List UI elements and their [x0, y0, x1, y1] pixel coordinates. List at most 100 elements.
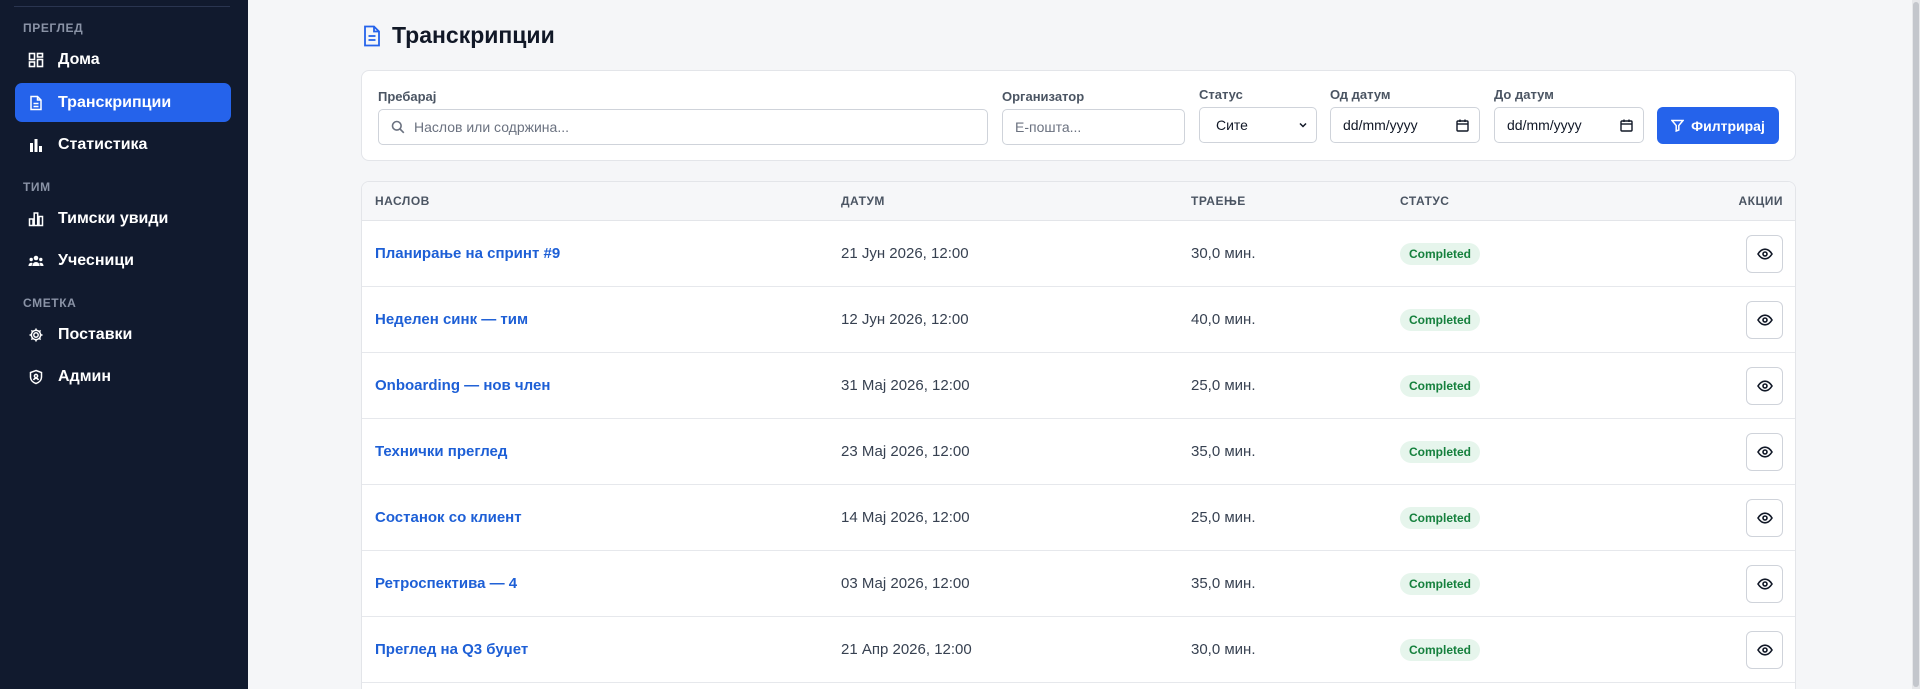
shield-icon — [28, 369, 44, 385]
transcript-date: 23 Мај 2026, 12:00 — [841, 443, 970, 460]
sidebar-item-label: Тимски увиди — [58, 209, 169, 227]
to-date-label: До датум — [1494, 87, 1554, 102]
status-label: Статус — [1199, 87, 1243, 102]
status-badge: Completed — [1400, 375, 1481, 397]
transcript-date: 21 Апр 2026, 12:00 — [841, 641, 972, 658]
from-date-label: Од датум — [1330, 87, 1391, 102]
document-icon — [362, 25, 382, 47]
page-title: Транскрипции — [392, 22, 555, 48]
team-chart-icon — [28, 211, 44, 227]
sidebar-item-statistics[interactable]: Статистика — [15, 125, 231, 164]
to-date-input[interactable]: dd/mm/yyyy — [1494, 107, 1644, 143]
users-icon — [28, 253, 44, 269]
transcript-title-link[interactable]: Состанок со клиент — [375, 509, 522, 526]
filter-button-label: Филтрирај — [1691, 117, 1765, 134]
sidebar-item-label: Транскрипции — [58, 93, 172, 111]
page-header: Транскрипции — [362, 22, 555, 49]
sidebar-section-overview: ПРЕГЛЕД — [23, 21, 84, 35]
page-scrollbar[interactable] — [1912, 0, 1920, 689]
sidebar-item-label: Статистика — [58, 135, 148, 153]
eye-icon — [1756, 446, 1773, 458]
table-row: Ретроспектива — 4 03 Мај 2026, 12:00 35,… — [362, 551, 1795, 617]
transcript-duration: 25,0 мин. — [1191, 509, 1256, 526]
search-input[interactable]: Наслов или содржина... — [378, 109, 988, 145]
transcript-duration: 40,0 мин. — [1191, 311, 1256, 328]
transcript-title-link[interactable]: Преглед на Q3 буџет — [375, 641, 528, 658]
eye-icon — [1756, 380, 1773, 392]
transcript-title-link[interactable]: Ретроспектива — 4 — [375, 575, 517, 592]
view-button[interactable] — [1746, 235, 1783, 273]
organizer-placeholder: Е-пошта... — [1015, 119, 1082, 135]
column-date-header: ДАТУМ — [841, 194, 885, 208]
transcript-title-link[interactable]: Неделен синк — тим — [375, 311, 528, 328]
table-row: Преглед на Q3 буџет 21 Апр 2026, 12:00 3… — [362, 617, 1795, 683]
transcript-title-link[interactable]: Планирање на спринт #9 — [375, 245, 560, 262]
table-row: Onboarding — нов член 31 Мај 2026, 12:00… — [362, 353, 1795, 419]
status-select-value: Сите — [1216, 117, 1248, 133]
table-header: НАСЛОВ ДАТУМ ТРАЕЊЕ СТАТУС АКЦИИ — [362, 182, 1795, 221]
transcript-duration: 30,0 мин. — [1191, 641, 1256, 658]
column-status-header: СТАТУС — [1400, 194, 1450, 208]
transcripts-table: НАСЛОВ ДАТУМ ТРАЕЊЕ СТАТУС АКЦИИ Планира… — [361, 181, 1796, 689]
table-row: Технички преглед 23 Мај 2026, 12:00 35,0… — [362, 419, 1795, 485]
gear-icon — [28, 327, 44, 343]
status-badge: Completed — [1400, 243, 1481, 265]
eye-icon — [1756, 314, 1773, 326]
search-label: Пребарај — [378, 89, 437, 104]
sidebar-item-settings[interactable]: Поставки — [15, 315, 231, 354]
sidebar-item-label: Дома — [58, 50, 100, 68]
eye-icon — [1756, 644, 1773, 656]
to-date-value: dd/mm/yyyy — [1507, 117, 1582, 133]
transcript-title-link[interactable]: Технички преглед — [375, 443, 507, 460]
sidebar-item-admin[interactable]: Админ — [15, 357, 231, 396]
sidebar-item-participants[interactable]: Учесници — [15, 241, 231, 280]
view-button[interactable] — [1746, 367, 1783, 405]
status-badge: Completed — [1400, 573, 1481, 595]
status-badge: Completed — [1400, 309, 1481, 331]
status-select[interactable]: Сите — [1199, 107, 1317, 143]
calendar-icon — [1456, 119, 1469, 132]
filter-panel: Пребарај Наслов или содржина... Организа… — [361, 70, 1796, 161]
transcript-date: 03 Мај 2026, 12:00 — [841, 575, 970, 592]
status-badge: Completed — [1400, 507, 1481, 529]
calendar-icon — [1620, 119, 1633, 132]
table-row: Планирање на спринт #9 21 Јун 2026, 12:0… — [362, 221, 1795, 287]
transcript-duration: 25,0 мин. — [1191, 377, 1256, 394]
view-button[interactable] — [1746, 499, 1783, 537]
sidebar-item-label: Учесници — [58, 251, 134, 269]
sidebar: ПРЕГЛЕД Дома Транскрипции Статистика ТИМ… — [0, 0, 248, 689]
scrollbar-thumb[interactable] — [1913, 2, 1919, 687]
column-duration-header: ТРАЕЊЕ — [1191, 194, 1246, 208]
sidebar-item-label: Поставки — [58, 325, 133, 343]
view-button[interactable] — [1746, 433, 1783, 471]
transcript-duration: 35,0 мин. — [1191, 443, 1256, 460]
eye-icon — [1756, 512, 1773, 524]
table-row: Неделен синк — тим 12 Јун 2026, 12:00 40… — [362, 287, 1795, 353]
transcript-duration: 30,0 мин. — [1191, 245, 1256, 262]
sidebar-divider — [14, 6, 230, 7]
filter-button[interactable]: Филтрирај — [1657, 107, 1779, 144]
search-icon — [391, 120, 405, 134]
view-button[interactable] — [1746, 301, 1783, 339]
search-placeholder: Наслов или содржина... — [414, 119, 569, 135]
dashboard-icon — [28, 52, 44, 68]
chevron-down-icon — [1298, 120, 1308, 130]
organizer-input[interactable]: Е-пошта... — [1002, 109, 1185, 145]
column-actions-header: АКЦИИ — [1738, 194, 1783, 208]
eye-icon — [1756, 578, 1773, 590]
eye-icon — [1756, 248, 1773, 260]
view-button[interactable] — [1746, 631, 1783, 669]
from-date-value: dd/mm/yyyy — [1343, 117, 1418, 133]
sidebar-item-transcripts[interactable]: Транскрипции — [15, 83, 231, 122]
transcript-title-link[interactable]: Onboarding — нов член — [375, 377, 550, 394]
view-button[interactable] — [1746, 565, 1783, 603]
sidebar-item-team-insights[interactable]: Тимски увиди — [15, 199, 231, 238]
column-title-header: НАСЛОВ — [375, 194, 430, 208]
status-badge: Completed — [1400, 441, 1481, 463]
sidebar-item-home[interactable]: Дома — [15, 40, 231, 79]
transcript-date: 31 Мај 2026, 12:00 — [841, 377, 970, 394]
transcript-date: 21 Јун 2026, 12:00 — [841, 245, 969, 262]
from-date-input[interactable]: dd/mm/yyyy — [1330, 107, 1480, 143]
filter-icon — [1671, 119, 1685, 132]
status-badge: Completed — [1400, 639, 1481, 661]
